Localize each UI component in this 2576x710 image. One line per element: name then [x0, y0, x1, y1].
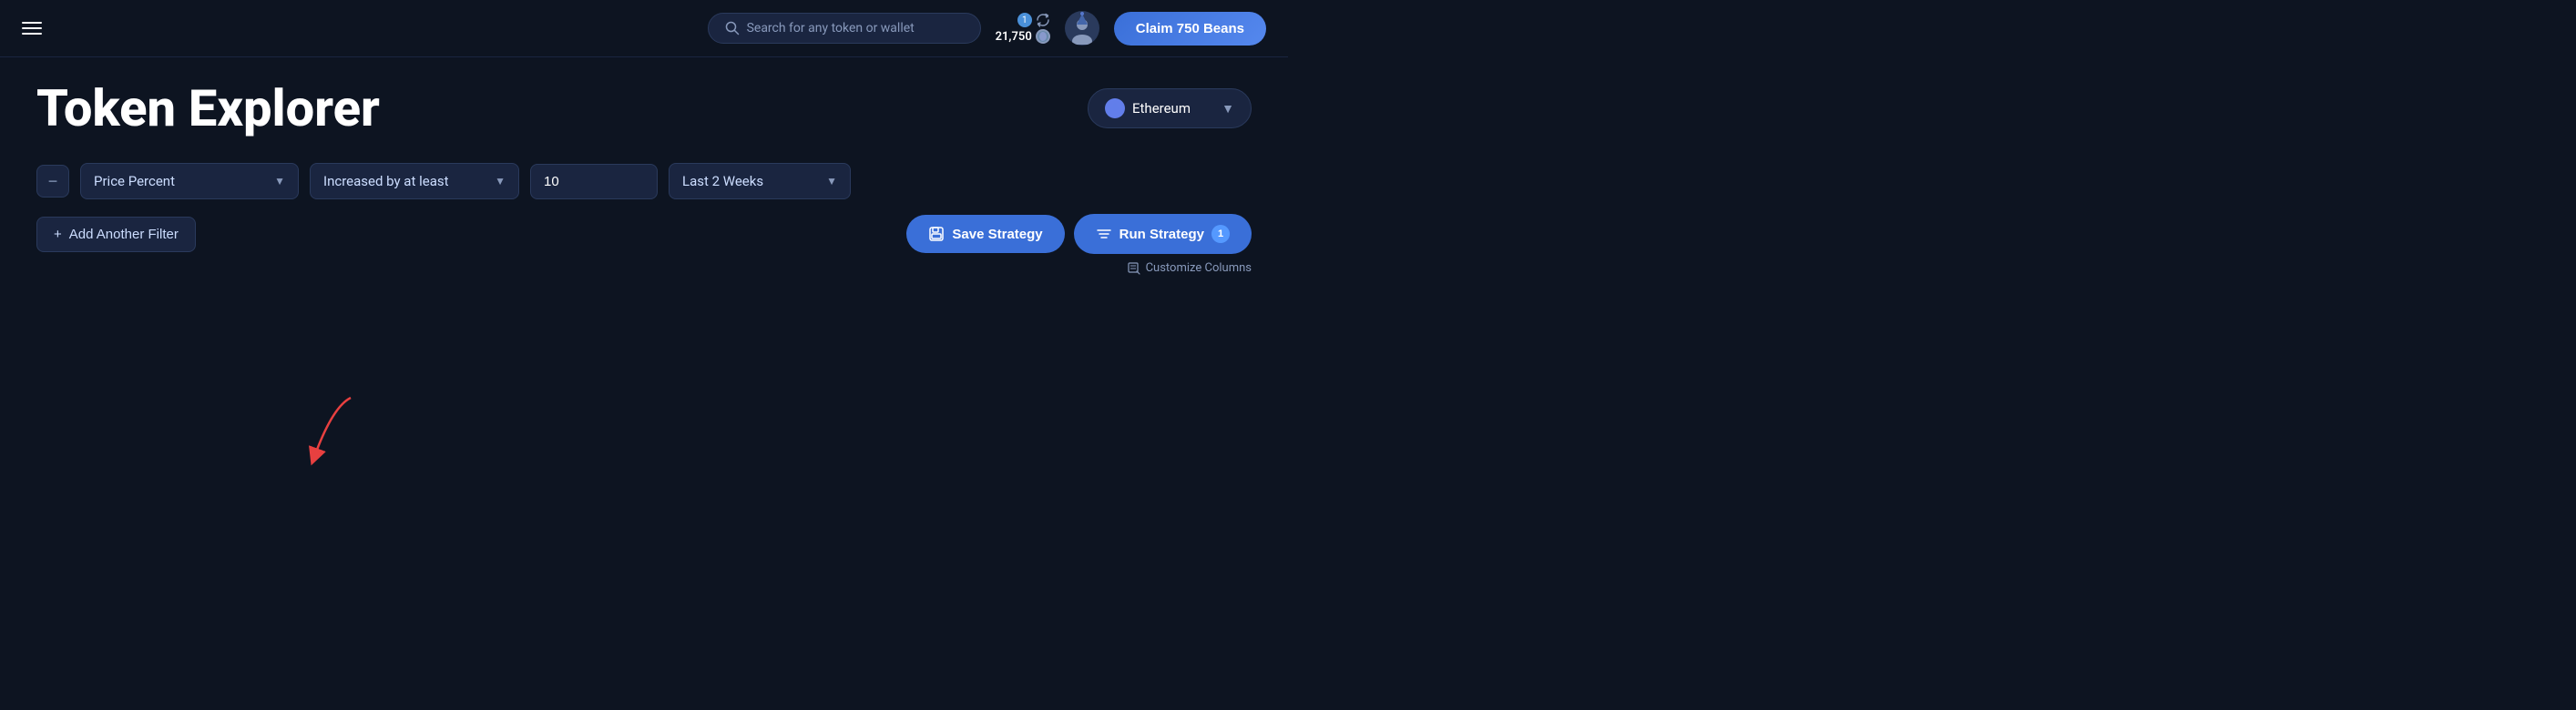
bottom-right: Save Strategy Run Strategy 1 — [906, 214, 1252, 254]
condition-filter-select[interactable]: Increased by at least ▼ — [310, 163, 519, 199]
network-selector[interactable]: Ethereum ▼ — [1088, 88, 1252, 128]
bean-coin-icon — [1036, 29, 1050, 44]
arrow-annotation — [296, 389, 369, 471]
beans-counter: 1 21,750 — [996, 13, 1050, 44]
save-icon — [928, 226, 945, 242]
beans-amount-row: 21,750 — [996, 29, 1050, 44]
ethereum-icon — [1105, 98, 1125, 118]
claim-beans-button[interactable]: Claim 750 Beans — [1114, 12, 1266, 46]
header-right: Search for any token or wallet 1 21,750 — [708, 11, 1266, 46]
remove-filter-button[interactable]: − — [36, 165, 69, 198]
notification-row: 1 — [1017, 13, 1050, 27]
page-header: Token Explorer Ethereum ▼ — [36, 83, 1252, 134]
filter-value-input[interactable] — [530, 164, 658, 199]
avatar-image — [1066, 12, 1099, 45]
filters-actions-container: − Price Percent ▼ Increased by at least … — [36, 163, 1252, 275]
save-strategy-label: Save Strategy — [952, 227, 1042, 242]
customize-columns-label: Customize Columns — [1146, 261, 1252, 275]
filter-icon — [1096, 226, 1112, 242]
price-filter-chevron-icon: ▼ — [274, 175, 285, 188]
main-content: Token Explorer Ethereum ▼ — [0, 57, 1288, 293]
price-filter-select[interactable]: Price Percent ▼ — [80, 163, 299, 199]
network-name-label: Ethereum — [1132, 100, 1191, 117]
hamburger-menu-button[interactable] — [22, 22, 42, 35]
search-bar[interactable]: Search for any token or wallet — [708, 13, 981, 44]
bottom-row: + Add Another Filter Save Strategy — [36, 214, 1252, 254]
time-filter-chevron-icon: ▼ — [826, 175, 837, 188]
price-filter-label: Price Percent — [94, 173, 175, 189]
run-strategy-label: Run Strategy — [1119, 227, 1204, 242]
edit-icon — [1128, 262, 1140, 275]
condition-filter-chevron-icon: ▼ — [495, 175, 506, 188]
time-filter-select[interactable]: Last 2 Weeks ▼ — [669, 163, 851, 199]
condition-filter-label: Increased by at least — [323, 173, 449, 189]
search-icon — [725, 21, 740, 36]
customize-columns-link[interactable]: Customize Columns — [36, 261, 1252, 275]
add-filter-label: Add Another Filter — [69, 227, 179, 242]
search-placeholder-text: Search for any token or wallet — [747, 21, 915, 36]
save-strategy-button[interactable]: Save Strategy — [906, 215, 1064, 253]
network-chevron-icon: ▼ — [1222, 101, 1234, 117]
add-filter-button[interactable]: + Add Another Filter — [36, 217, 196, 252]
network-left: Ethereum — [1105, 98, 1191, 118]
add-filter-plus-icon: + — [54, 227, 62, 242]
run-strategy-button[interactable]: Run Strategy 1 — [1074, 214, 1252, 254]
run-strategy-badge: 1 — [1211, 225, 1230, 243]
header-left — [22, 22, 42, 35]
page-title: Token Explorer — [36, 83, 380, 134]
user-avatar[interactable] — [1065, 11, 1099, 46]
beans-amount: 21,750 — [996, 30, 1032, 44]
header: Search for any token or wallet 1 21,750 — [0, 0, 1288, 57]
time-filter-label: Last 2 Weeks — [682, 173, 763, 189]
filters-row: − Price Percent ▼ Increased by at least … — [36, 163, 1252, 199]
notification-badge: 1 — [1017, 13, 1032, 27]
refresh-icon — [1036, 13, 1050, 27]
